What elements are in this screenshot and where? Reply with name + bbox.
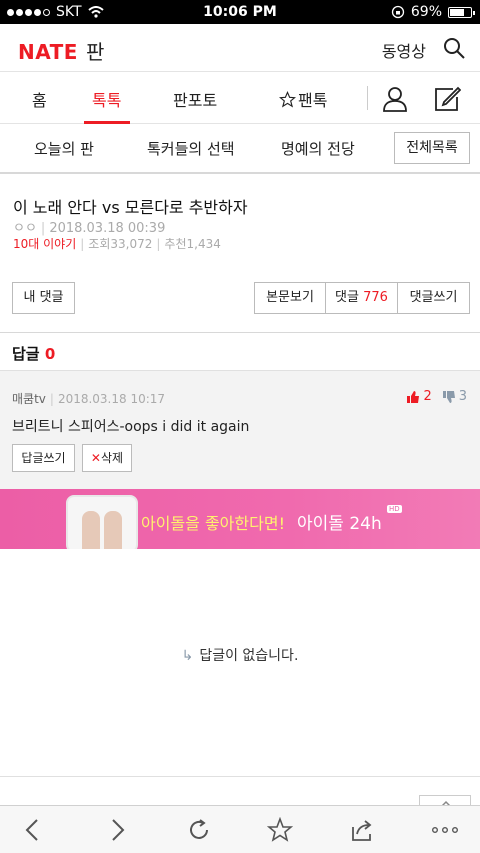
browser-toolbar	[0, 805, 480, 853]
downvote-button[interactable]: 3	[442, 389, 467, 404]
all-list-button[interactable]: 전체목록	[394, 132, 470, 164]
tab-fantok-label: 팬톡	[298, 91, 328, 110]
reply-count: 0	[44, 345, 56, 363]
close-icon: ✕	[90, 451, 101, 465]
subnav-talkers-choice[interactable]: 톡커들의 선택	[147, 138, 235, 159]
reload-icon[interactable]	[186, 817, 212, 843]
post-recommend: 추천1,434	[164, 237, 221, 251]
comment-meta: 매쿰tv | 2018.03.18 10:17	[12, 392, 166, 406]
star-icon	[279, 90, 296, 107]
reply-write-button[interactable]: 답글쓰기	[12, 444, 75, 472]
back-icon[interactable]	[20, 817, 46, 843]
search-icon[interactable]	[442, 36, 466, 60]
site-header: NATE 판 동영상	[0, 24, 480, 72]
upvote-button[interactable]: 2	[406, 389, 432, 404]
delete-button[interactable]: ✕삭제	[82, 444, 132, 472]
section-name: 판	[85, 40, 105, 64]
post-stats: 10대 이야기 | 조회33,072 | 추천1,434	[13, 237, 221, 251]
post-date: 2018.03.18 00:39	[49, 221, 166, 236]
comments-label: 댓글	[335, 290, 359, 305]
write-icon[interactable]	[433, 85, 461, 113]
comments-count: 776	[363, 290, 388, 305]
comment-author[interactable]: 매쿰tv	[12, 392, 46, 406]
my-comment-button[interactable]: 내 댓글	[12, 282, 75, 314]
comment-votes: 2 3	[406, 389, 467, 404]
bookmark-star-icon[interactable]	[267, 817, 293, 843]
banner-title: 아이돌 24h	[297, 514, 382, 534]
view-body-button[interactable]: 본문보기	[255, 283, 326, 313]
upvote-count: 2	[423, 389, 432, 404]
write-comment-button[interactable]: 댓글쓰기	[398, 283, 469, 313]
share-icon[interactable]	[349, 817, 375, 843]
reply-header: 답글 0	[12, 343, 55, 364]
battery-percent: 69%	[410, 4, 442, 20]
user-icon[interactable]	[382, 86, 408, 112]
tab-fantok[interactable]: 팬톡	[279, 87, 327, 111]
thumbs-down-icon	[442, 390, 455, 403]
thumbs-up-icon	[407, 390, 420, 403]
comment-item: 매쿰tv | 2018.03.18 10:17 2 3 브리트니 스피어스-oops…	[0, 370, 480, 489]
comments-button[interactable]: 댓글 776	[326, 283, 398, 313]
battery-icon	[448, 6, 475, 18]
nate-logo[interactable]: NATE 판	[18, 36, 105, 65]
idol-ad-banner[interactable]: 아이돌을 좋아한다면! 아이돌 24h HD	[0, 489, 480, 549]
empty-replies-message: ↳ 답글이 없습니다.	[181, 648, 299, 664]
main-tabs: 홈 톡톡 판포토 팬톡	[0, 72, 480, 124]
subnav-today[interactable]: 오늘의 판	[34, 138, 94, 159]
post-author: ㅇㅇ	[13, 221, 37, 236]
comment-date: 2018.03.18 10:17	[57, 392, 166, 406]
downvote-count: 3	[458, 389, 467, 404]
tab-home[interactable]: 홈	[32, 87, 47, 111]
reply-label: 답글	[12, 345, 40, 363]
post-views: 조회33,072	[88, 237, 153, 251]
sub-navigation: 오늘의 판 톡커들의 선택 명예의 전당 전체목록	[0, 124, 480, 174]
content-end-divider	[0, 776, 480, 777]
video-link[interactable]: 동영상	[382, 38, 426, 62]
tab-divider	[367, 86, 368, 110]
section-divider	[0, 332, 480, 333]
tab-panphoto[interactable]: 판포토	[173, 87, 217, 111]
banner-tagline: 아이돌을 좋아한다면!	[141, 514, 285, 533]
more-options-icon[interactable]	[430, 817, 460, 843]
subnav-hall-of-fame[interactable]: 명예의 전당	[281, 138, 355, 159]
reply-arrow-icon: ↳	[181, 648, 194, 664]
phone-image	[66, 495, 138, 549]
delete-label: 삭제	[100, 451, 124, 465]
hd-badge: HD	[387, 505, 402, 513]
post-category[interactable]: 10대 이야기	[13, 237, 76, 251]
post-title[interactable]: 이 노래 안다 vs 모른다로 추반하자	[13, 194, 248, 218]
forward-icon[interactable]	[104, 817, 130, 843]
post-meta: ㅇㅇ | 2018.03.18 00:39	[13, 221, 166, 236]
status-bar: SKT 10:06 PM 69%	[0, 0, 480, 24]
rotation-lock-icon	[391, 5, 405, 19]
comment-action-group: 본문보기 댓글 776 댓글쓰기	[254, 282, 470, 314]
comment-text: 브리트니 스피어스-oops i did it again	[12, 419, 250, 435]
tab-toktok[interactable]: 톡톡	[92, 87, 121, 111]
